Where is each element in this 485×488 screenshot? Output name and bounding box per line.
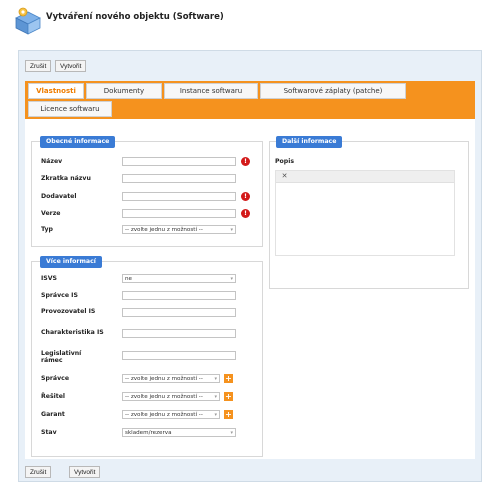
chevron-down-icon: ▾ <box>214 394 217 400</box>
charakteristika-is-label: Charakteristika IS <box>41 329 104 336</box>
page-header: Vytváření nového objektu (Software) <box>0 0 485 44</box>
additional-info-fieldset: Další informace Popis ✕ <box>269 136 469 289</box>
garant-select[interactable]: -- zvolte jednu z možností -- ▾ <box>122 410 220 419</box>
page-title: Vytváření nového objektu (Software) <box>46 12 224 22</box>
spravce-label: Správce <box>41 375 70 382</box>
editor-toolbar: ✕ <box>276 171 454 183</box>
chevron-down-icon: ▾ <box>230 276 233 282</box>
stav-label: Stav <box>41 429 57 436</box>
reset-button[interactable]: Zrušit <box>25 60 52 72</box>
resitel-label: Řešitel <box>41 393 66 400</box>
type-select-value: -- zvolte jednu z možností -- <box>125 227 203 233</box>
tab-licence-softwaru[interactable]: Licence softwaru <box>28 101 112 117</box>
create-button[interactable]: Vytvořit <box>69 466 101 478</box>
abbr-input[interactable] <box>122 174 236 183</box>
abbr-label: Zkratka názvu <box>41 175 91 182</box>
additional-info-legend: Další informace <box>276 136 343 148</box>
provozovatel-is-label: Provozovatel IS <box>41 308 96 315</box>
type-select[interactable]: -- zvolte jednu z možností -- ▾ <box>122 225 236 234</box>
tab-content: Obecné informace Název ! Zkratka názvu D… <box>25 119 475 459</box>
legislativni-ramec-input[interactable] <box>122 351 236 360</box>
charakteristika-is-input[interactable] <box>122 329 236 338</box>
provozovatel-is-input[interactable] <box>122 308 236 317</box>
chevron-down-icon: ▾ <box>230 430 233 436</box>
garant-label: Garant <box>41 411 65 418</box>
legislativni-ramec-label: Legislativní rámec <box>41 350 82 364</box>
isvs-label: ISVS <box>41 275 58 282</box>
required-icon: ! <box>241 209 250 218</box>
chevron-down-icon: ▾ <box>230 227 233 233</box>
plus-icon[interactable]: + <box>224 392 233 401</box>
chevron-down-icon: ▾ <box>214 376 217 382</box>
stav-select[interactable]: skladem/rezerva ▾ <box>122 428 236 437</box>
resitel-select[interactable]: -- zvolte jednu z možností -- ▾ <box>122 392 220 401</box>
name-input[interactable] <box>122 157 236 166</box>
reset-button[interactable]: Zrušit <box>25 466 52 478</box>
isvs-select[interactable]: ne ▾ <box>122 274 236 283</box>
resitel-select-value: -- zvolte jednu z možností -- <box>125 394 203 400</box>
isvs-select-value: ne <box>125 276 132 282</box>
tab-vlastnosti[interactable]: Vlastnosti <box>28 83 84 99</box>
tab-dokumenty[interactable]: Dokumenty <box>86 83 162 99</box>
popis-label: Popis <box>275 158 295 165</box>
name-label: Název <box>41 158 63 165</box>
garant-select-value: -- zvolte jednu z možností -- <box>125 412 203 418</box>
chevron-down-icon: ▾ <box>214 412 217 418</box>
tab-instance-softwaru[interactable]: Instance softwaru <box>164 83 258 99</box>
create-button[interactable]: Vytvořit <box>55 60 87 72</box>
spravce-select[interactable]: -- zvolte jednu z možností -- ▾ <box>122 374 220 383</box>
more-info-legend: Více informací <box>40 256 102 268</box>
spravce-is-input[interactable] <box>122 291 236 300</box>
general-info-fieldset: Obecné informace Název ! Zkratka názvu D… <box>31 136 263 247</box>
type-label: Typ <box>41 226 53 233</box>
software-package-icon <box>15 7 41 35</box>
version-input[interactable] <box>122 209 236 218</box>
tab-bar: Vlastnosti Dokumenty Instance softwaru S… <box>25 81 475 119</box>
required-icon: ! <box>241 192 250 201</box>
plus-icon[interactable]: + <box>224 410 233 419</box>
vendor-input[interactable] <box>122 192 236 201</box>
vendor-label: Dodavatel <box>41 193 77 200</box>
version-label: Verze <box>41 210 61 217</box>
popis-editor[interactable]: ✕ <box>275 170 455 256</box>
plus-icon[interactable]: + <box>224 374 233 383</box>
tab-softwarove-zaplaty[interactable]: Softwarové záplaty (patche) <box>260 83 406 99</box>
spravce-is-label: Správce IS <box>41 292 78 299</box>
stav-select-value: skladem/rezerva <box>125 430 172 436</box>
object-form-panel: Zrušit Vytvořit Vlastnosti Dokumenty Ins… <box>18 50 482 482</box>
required-icon: ! <box>241 157 250 166</box>
editor-tool-icon[interactable]: ✕ <box>280 172 289 181</box>
more-info-fieldset: Více informací ISVS ne ▾ Správce IS Provo… <box>31 256 263 457</box>
footer-toolbar: Zrušit Vytvořit <box>19 463 481 481</box>
spravce-select-value: -- zvolte jednu z možností -- <box>125 376 203 382</box>
general-info-legend: Obecné informace <box>40 136 116 148</box>
